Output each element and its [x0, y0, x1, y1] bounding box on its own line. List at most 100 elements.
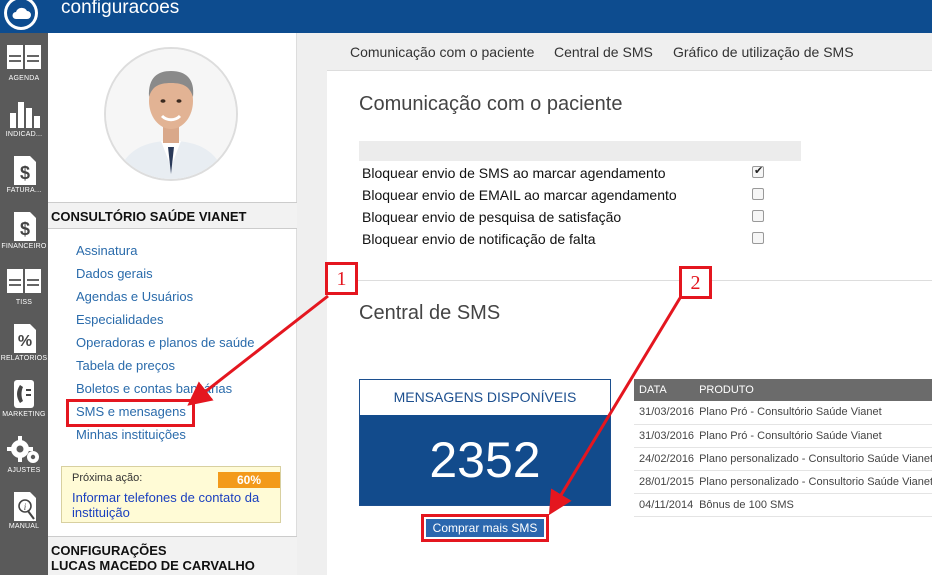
table-row: 31/03/2016 Plano Pró - Consultório Saúde … — [634, 424, 932, 448]
pref-row: Bloquear envio de EMAIL ao marcar agenda… — [362, 187, 772, 209]
top-bar: configuracoes — [0, 0, 932, 33]
sms-menu-highlight — [66, 399, 195, 427]
pref-label: Bloquear envio de notificação de falta — [362, 231, 596, 247]
rail-label: FINANCEIRO — [1, 243, 47, 250]
rail-item-agenda[interactable]: AGENDA — [0, 37, 48, 93]
settings-sidebar: CONSULTÓRIO SAÚDE VIANET Assinatura Dado… — [48, 33, 297, 575]
clinic-name: CONSULTÓRIO SAÚDE VIANET — [48, 202, 297, 229]
rail-item-relatorios[interactable]: % RELATÓRIOS — [0, 317, 48, 373]
table-row: 24/02/2016 Plano personalizado - Consulto… — [634, 447, 932, 471]
user-config-block: CONFIGURAÇÕES LUCAS MACEDO DE CARVALHO — [48, 536, 297, 575]
dollar-doc-icon: $ — [14, 212, 36, 241]
rail-item-manual[interactable]: i MANUAL — [0, 485, 48, 541]
rail-item-faturamento[interactable]: $ FATURA... — [0, 149, 48, 205]
block-survey-checkbox[interactable] — [752, 210, 764, 222]
cell-product: Plano personalizado - Consultorio Saúde … — [694, 470, 932, 494]
next-action-link[interactable]: Informar telefones de contato da institu… — [72, 490, 277, 520]
sms-purchase-table: DATA PRODUTO 31/03/2016 Plano Pró - Consu… — [634, 379, 932, 517]
svg-text:$: $ — [20, 163, 30, 183]
block-sms-checkbox[interactable] — [752, 164, 764, 178]
pref-row: Bloquear envio de pesquisa de satisfação — [362, 209, 772, 231]
menu-item-tabela-precos[interactable]: Tabela de preços — [76, 355, 255, 378]
block-no-show-checkbox[interactable] — [752, 232, 764, 244]
pref-label: Bloquear envio de EMAIL ao marcar agenda… — [362, 187, 677, 203]
bar-chart-icon — [10, 102, 40, 128]
calendar-icon — [7, 269, 41, 293]
cell-product: Plano Pró - Consultório Saúde Vianet — [694, 401, 932, 425]
tab-bar: Comunicação com o paciente Central de SM… — [327, 33, 932, 71]
table-row: 28/01/2015 Plano personalizado - Consulto… — [634, 470, 932, 494]
tab-comunicacao[interactable]: Comunicação com o paciente — [350, 44, 534, 60]
table-row: 31/03/2016 Plano Pró - Consultório Saúde … — [634, 401, 932, 425]
dollar-doc-icon: $ — [14, 156, 36, 185]
preferences-header — [359, 141, 801, 161]
gears-icon — [7, 436, 39, 463]
manual-icon: i — [14, 492, 36, 521]
rail-label: AJUSTES — [7, 467, 41, 474]
svg-text:$: $ — [20, 219, 30, 239]
svg-text:%: % — [18, 333, 32, 350]
pref-row: Bloquear envio de SMS ao marcar agendame… — [362, 165, 772, 187]
table-header-row: DATA PRODUTO — [634, 379, 932, 401]
next-action-card: Próxima ação: 60% Informar telefones de … — [61, 466, 281, 523]
phone-icon — [14, 380, 34, 408]
menu-item-assinatura[interactable]: Assinatura — [76, 240, 255, 263]
sms-counter-card: MENSAGENS DISPONÍVEIS 2352 — [359, 379, 611, 506]
pref-row: Bloquear envio de notificação de falta — [362, 231, 772, 253]
tab-grafico-sms[interactable]: Gráfico de utilização de SMS — [673, 44, 854, 60]
column-header-data: DATA — [634, 379, 695, 401]
menu-item-operadoras[interactable]: Operadoras e planos de saúde — [76, 332, 255, 355]
progress-badge: 60% — [218, 472, 280, 488]
user-name: LUCAS MACEDO DE CARVALHO — [51, 558, 255, 573]
annotation-marker-1: 1 — [325, 262, 358, 295]
cell-product: Plano personalizado - Consultorio Saúde … — [694, 447, 932, 471]
calendar-icon — [7, 45, 41, 69]
sms-counter-label: MENSAGENS DISPONÍVEIS — [393, 389, 577, 405]
section-title-central-sms: Central de SMS — [359, 302, 501, 324]
rail-label: RELATÓRIOS — [0, 355, 48, 362]
sms-counter-value: 2352 — [360, 415, 610, 505]
column-header-produto: PRODUTO — [694, 379, 932, 401]
table-row: 04/11/2014 Bônus de 100 SMS — [634, 493, 932, 517]
cloud-logo-icon[interactable] — [4, 0, 38, 30]
menu-item-instituicoes[interactable]: Minhas instituições — [76, 424, 255, 447]
rail-label: TISS — [15, 299, 33, 306]
content-gutter — [297, 33, 327, 575]
menu-item-agendas-usuarios[interactable]: Agendas e Usuários — [76, 286, 255, 309]
rail-item-financeiro[interactable]: $ FINANCEIRO — [0, 205, 48, 261]
config-title: CONFIGURAÇÕES — [51, 543, 167, 558]
menu-item-boletos[interactable]: Boletos e contas bancárias — [76, 378, 255, 401]
cell-date: 04/11/2014 — [634, 493, 695, 517]
section-title-comunicacao: Comunicação com o paciente — [359, 93, 623, 115]
rail-label: AGENDA — [8, 75, 40, 82]
rail-label: FATURA... — [6, 187, 42, 194]
module-rail: AGENDA INDICAD... $ FATURA... $ FINANCEI… — [0, 33, 48, 575]
block-email-checkbox[interactable] — [752, 188, 764, 200]
menu-item-especialidades[interactable]: Especialidades — [76, 309, 255, 332]
section-divider — [327, 280, 932, 281]
next-action-label: Próxima ação: — [72, 472, 143, 484]
buy-sms-highlight: Comprar mais SMS — [421, 514, 549, 542]
menu-item-dados-gerais[interactable]: Dados gerais — [76, 263, 255, 286]
avatar[interactable] — [104, 47, 238, 181]
rail-item-marketing[interactable]: MARKETING — [0, 373, 48, 429]
cell-product: Bônus de 100 SMS — [694, 493, 932, 517]
cell-date: 24/02/2016 — [634, 447, 695, 471]
rail-label: MANUAL — [8, 523, 40, 530]
rail-label: MARKETING — [2, 411, 46, 418]
cell-date: 31/03/2016 — [634, 424, 695, 448]
rail-item-indicadores[interactable]: INDICAD... — [0, 93, 48, 149]
buy-sms-button[interactable]: Comprar mais SMS — [426, 519, 544, 537]
percent-doc-icon: % — [14, 324, 36, 353]
rail-item-ajustes[interactable]: AJUSTES — [0, 429, 48, 485]
rail-item-tiss[interactable]: TISS — [0, 261, 48, 317]
annotation-marker-2: 2 — [679, 266, 712, 299]
cell-date: 31/03/2016 — [634, 401, 695, 425]
pref-label: Bloquear envio de SMS ao marcar agendame… — [362, 165, 666, 181]
cell-product: Plano Pró - Consultório Saúde Vianet — [694, 424, 932, 448]
tab-central-sms[interactable]: Central de SMS — [554, 44, 653, 60]
cell-date: 28/01/2015 — [634, 470, 695, 494]
rail-label: INDICAD... — [5, 131, 43, 138]
pref-label: Bloquear envio de pesquisa de satisfação — [362, 209, 622, 225]
page-title: configuracoes — [61, 0, 180, 18]
